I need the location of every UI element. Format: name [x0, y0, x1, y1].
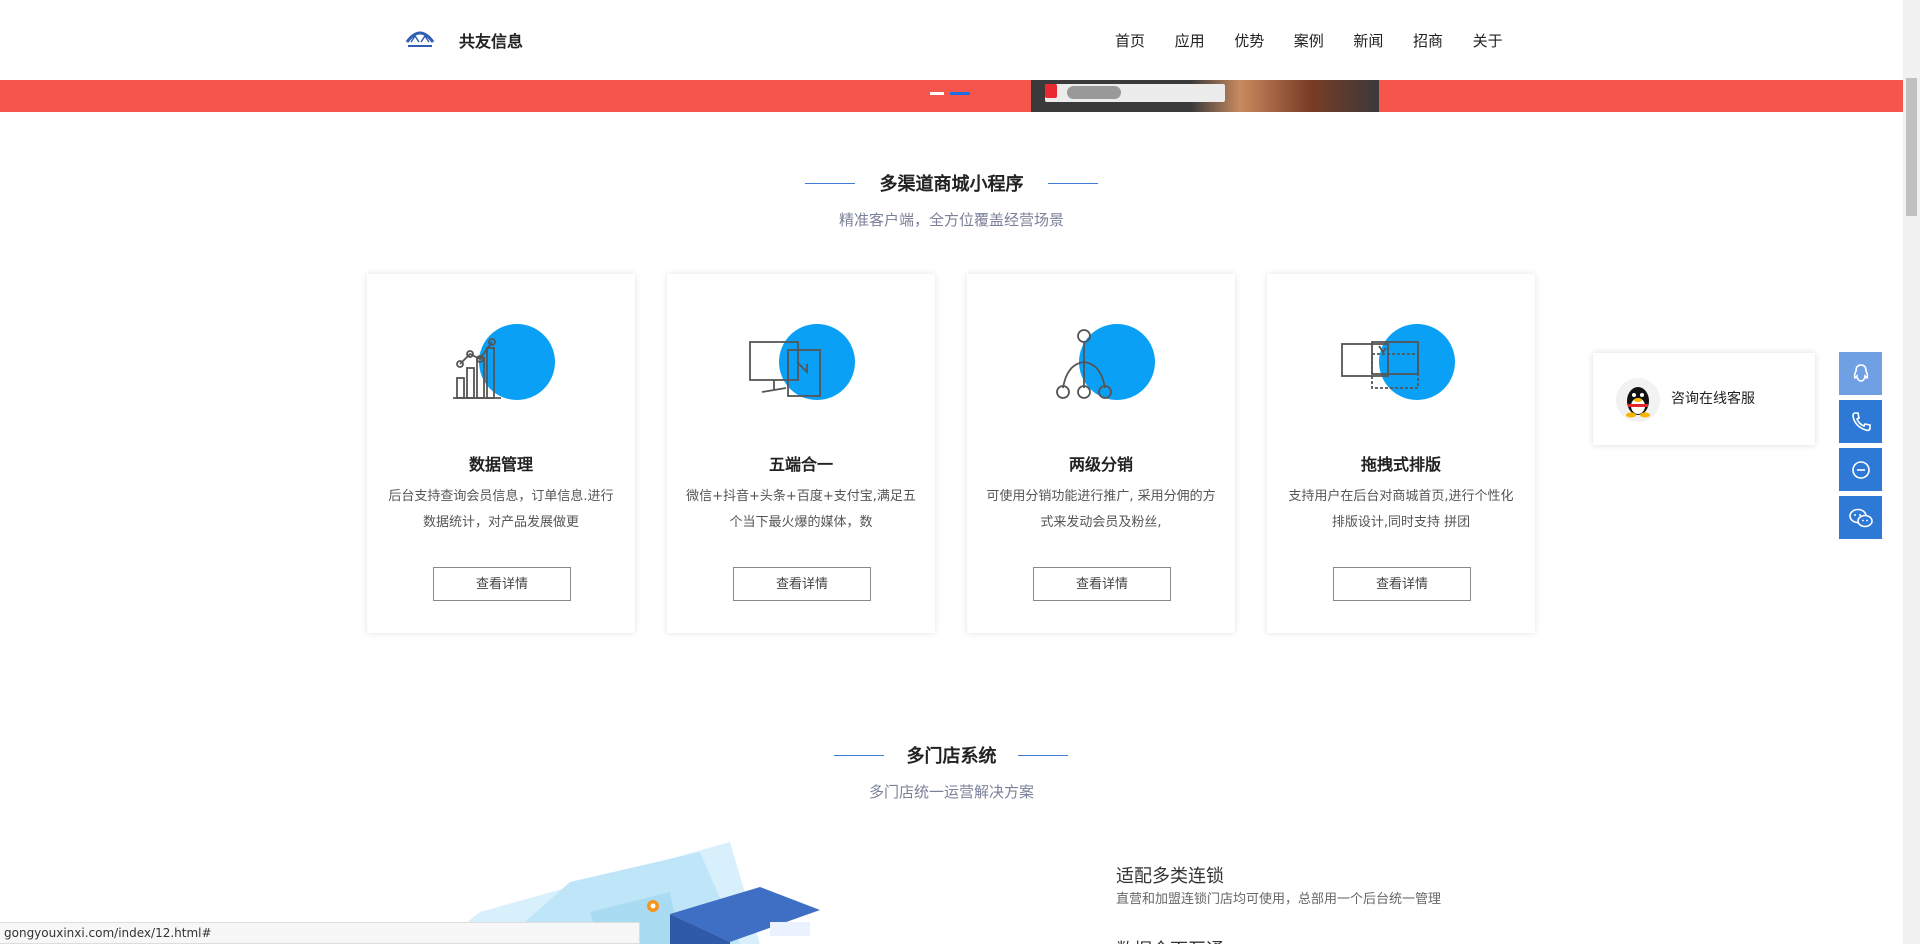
monitor-icon	[749, 324, 855, 400]
nav-item-about[interactable]: 关于	[1473, 30, 1533, 51]
wechat-float-button[interactable]	[1839, 496, 1882, 539]
chat-bubble-icon	[1851, 460, 1870, 479]
card-description: 微信+抖音+头条+百度+支付宝,满足五个当下最火爆的媒体，数	[686, 489, 916, 530]
company-logo[interactable]	[405, 28, 435, 50]
view-details-button[interactable]: 查看详情	[1333, 567, 1471, 601]
phone-float-button[interactable]	[1839, 400, 1882, 443]
wechat-icon	[1848, 508, 1873, 527]
view-details-button[interactable]: 查看详情	[433, 567, 571, 601]
card-description: 可使用分销功能进行推广, 采用分佣的方式来发动会员及粉丝,	[986, 489, 1216, 530]
link-status-bar: gongyouxinxi.com/index/12.html#	[0, 922, 640, 944]
network-icon	[1056, 324, 1155, 400]
card-title: 五端合一	[768, 455, 833, 474]
online-service-panel[interactable]: 咨询在线客服	[1593, 353, 1815, 445]
consult-online-text[interactable]: 咨询在线客服	[1671, 388, 1755, 408]
card-description: 后台支持查询会员信息，订单信息.进行数据统计，对产品发展做更	[388, 489, 614, 530]
chart-icon	[453, 324, 555, 400]
banner-image	[1031, 80, 1379, 112]
drag-layout-icon	[1341, 324, 1455, 400]
card-title: 数据管理	[468, 455, 533, 474]
title-line-right	[1048, 183, 1098, 184]
phone-icon	[1851, 411, 1871, 431]
brand-name[interactable]: 共友信息	[459, 28, 523, 52]
section-subtitle-multistore: 多门店统一运营解决方案	[868, 783, 1034, 801]
view-details-button[interactable]: 查看详情	[733, 567, 871, 601]
nav-item-partners[interactable]: 招商	[1413, 30, 1473, 51]
slider-dot-active[interactable]	[950, 92, 970, 95]
view-details-button[interactable]: 查看详情	[1033, 567, 1171, 601]
nav-item-news[interactable]: 新闻	[1353, 30, 1413, 51]
banner-app-icon	[1045, 84, 1057, 98]
feature-title: 适配多类连锁	[1116, 866, 1224, 887]
section-title-multistore: 多门店系统	[906, 746, 997, 767]
title-line-right	[1018, 755, 1068, 756]
feature-card-five-in-one: 五端合一 微信+抖音+头条+百度+支付宝,满足五个当下最火爆的媒体，数 查看详情	[667, 274, 935, 633]
slider-dot[interactable]	[930, 92, 944, 95]
nav-item-advantages[interactable]: 优势	[1234, 30, 1294, 51]
feature-card-drag-layout: 拖拽式排版 支持用户在后台对商城首页,进行个性化排版设计,同时支持 拼团 查看详…	[1267, 274, 1535, 633]
feature-card-data: 数据管理 后台支持查询会员信息，订单信息.进行数据统计，对产品发展做更 查看详情	[367, 274, 635, 633]
section-title-miniprogram: 多渠道商城小程序	[879, 174, 1024, 195]
nav-item-apps[interactable]: 应用	[1175, 30, 1235, 51]
banner-search-pill	[1067, 86, 1121, 99]
feature-title-next: 数据全面互通	[1116, 936, 1224, 944]
feature-card-distribution: 两级分销 可使用分销功能进行推广, 采用分佣的方式来发动会员及粉丝, 查看详情	[967, 274, 1235, 633]
qq-icon	[1853, 363, 1868, 382]
site-header: 共友信息 首页 应用 优势 案例 新闻 招商 关于	[0, 0, 1903, 80]
slider-dots	[930, 92, 970, 95]
message-float-button[interactable]	[1839, 448, 1882, 491]
qq-penguin-icon	[1616, 378, 1660, 422]
card-title: 拖拽式排版	[1360, 455, 1441, 474]
hero-banner	[0, 80, 1903, 112]
feature-description: 直营和加盟连锁门店均可使用，总部用一个后台统一管理	[1116, 892, 1442, 907]
qq-float-button[interactable]	[1839, 352, 1882, 395]
nav-item-cases[interactable]: 案例	[1294, 30, 1354, 51]
section-subtitle-miniprogram: 精准客户端，全方位覆盖经营场景	[838, 211, 1064, 229]
nav-item-home[interactable]: 首页	[1115, 30, 1175, 51]
card-description: 支持用户在后台对商城首页,进行个性化排版设计,同时支持 拼团	[1288, 489, 1514, 530]
main-nav: 首页 应用 优势 案例 新闻 招商 关于	[1115, 30, 1532, 51]
card-title: 两级分销	[1068, 455, 1133, 474]
scrollbar-thumb[interactable]	[1906, 78, 1917, 216]
